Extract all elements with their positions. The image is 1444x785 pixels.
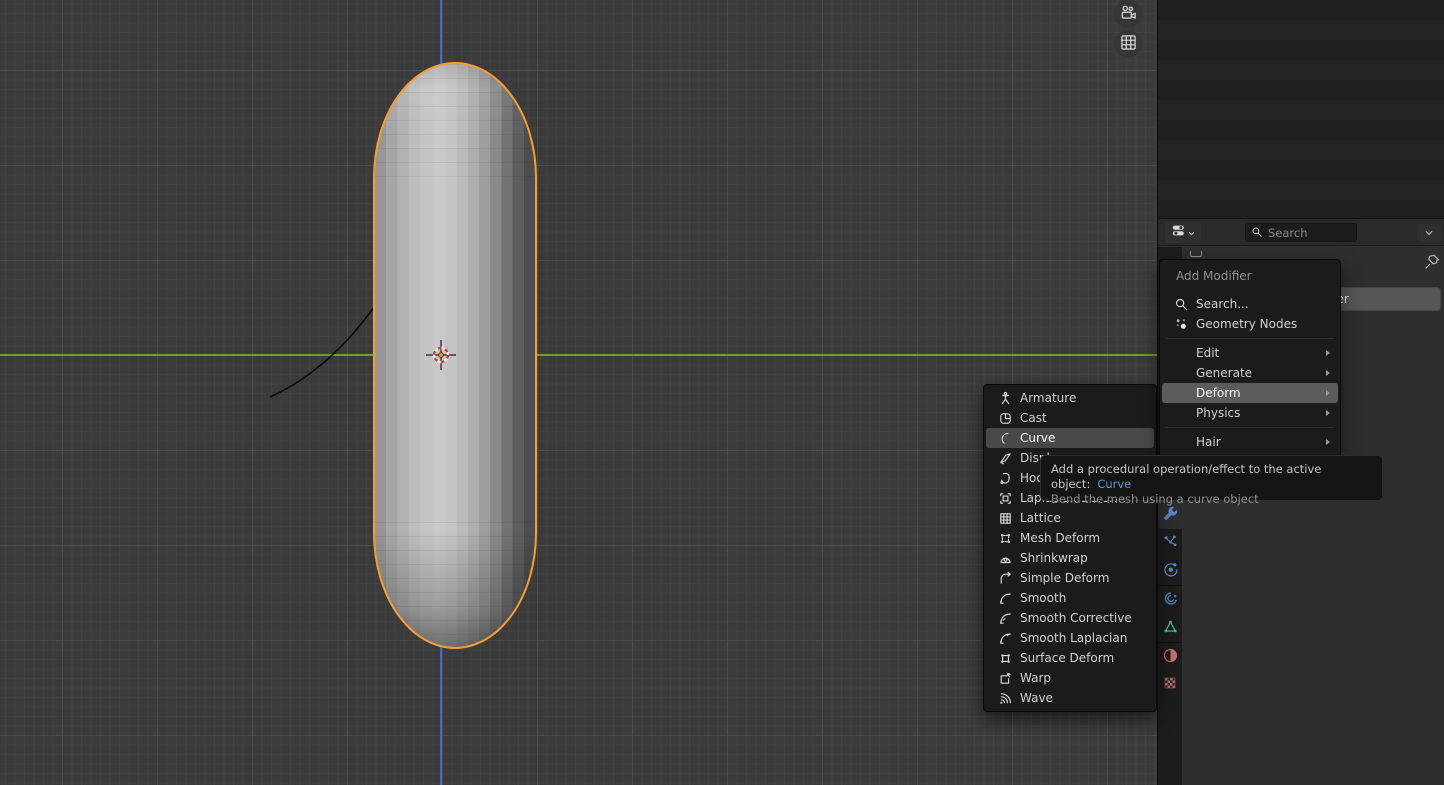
menu-category[interactable]: Deform [1162,383,1338,403]
particles-icon [1162,533,1179,554]
menu-categories: Edit Generate Deform Physics [1160,343,1340,423]
submenu-item[interactable]: Smooth [986,588,1154,608]
chevron-down-icon [1423,224,1435,243]
submenu-item[interactable]: Armature [986,388,1154,408]
submenu-arrow-icon [1326,410,1330,416]
menu-separator [1166,427,1334,428]
particle-properties[interactable] [1158,529,1182,557]
deform-items: Armature Cast Curve Displace Hook Laplac… [984,388,1156,708]
smooth-icon [997,590,1014,607]
search-icon [1173,296,1190,313]
submenu-item[interactable]: Surface Deform [986,648,1154,668]
material-icon [1162,647,1179,668]
menu-item[interactable]: Geometry Nodes [1162,314,1338,334]
hook-icon [997,470,1014,487]
menu-actions: Search... Geometry Nodes [1160,288,1340,334]
3d-cursor [423,337,459,373]
menu-separator [1166,338,1334,339]
capsule-bottom-facets [375,522,535,647]
cast-icon [997,410,1014,427]
camera-view-gizmo[interactable] [1114,0,1142,28]
deform-submenu: Armature Cast Curve Displace Hook Laplac… [983,384,1157,712]
menu-title: Add Modifier [1176,269,1252,283]
submenu-item[interactable]: Smooth Corrective [986,608,1154,628]
camera-icon [1119,3,1138,26]
submenu-arrow-icon [1326,390,1330,396]
menu-item[interactable]: Search... [1162,294,1338,314]
submenu-item[interactable]: Simple Deform [986,568,1154,588]
submenu-item[interactable]: Wave [986,688,1154,708]
shrinkwrap-icon [997,550,1014,567]
capsule-top-facets [375,64,535,189]
physics-properties[interactable] [1158,557,1182,585]
tooltip-line2: Bend the mesh using a curve object [1051,492,1259,506]
lattice-icon [997,510,1014,527]
filter-dropdown-button[interactable] [1417,224,1441,242]
tooltip-operator-name: Curve [1097,477,1132,491]
displace-icon [997,450,1014,467]
menu-categories-extra: Hair [1160,432,1340,452]
tooltip: Add a procedural operation/effect to the… [1040,455,1383,506]
constraint-properties[interactable] [1158,586,1182,614]
surface-deform-icon [997,650,1014,667]
material-properties[interactable] [1158,643,1182,671]
submenu-item[interactable]: Smooth Laplacian [986,628,1154,648]
smooth-laplacian-icon [997,630,1014,647]
warp-icon [997,670,1014,687]
chevron-down-icon [1187,223,1196,242]
geometry-nodes-icon [1173,316,1190,333]
submenu-arrow-icon [1326,350,1330,356]
mesh-deform-icon [997,530,1014,547]
orthographic-grid-gizmo[interactable] [1114,30,1142,58]
submenu-item[interactable]: Cast [986,408,1154,428]
properties-tabs [1158,500,1182,699]
curve-icon [997,430,1014,447]
menu-category[interactable]: Edit [1162,343,1338,363]
submenu-arrow-icon [1326,439,1330,445]
submenu-item[interactable]: Mesh Deform [986,528,1154,548]
armature-icon [997,390,1014,407]
menu-category[interactable]: Physics [1162,403,1338,423]
wrench-icon [1162,505,1179,526]
properties-editor-icon [1171,223,1186,242]
texture-properties[interactable] [1158,671,1182,699]
search-input[interactable] [1268,225,1348,240]
search-icon [1251,223,1263,242]
submenu-item[interactable]: Warp [986,668,1154,688]
laplacian-deform-icon [997,490,1014,507]
submenu-item[interactable]: Curve [986,428,1154,448]
menu-category[interactable]: Hair [1162,432,1338,452]
wave-icon [997,690,1014,707]
menu-category[interactable]: Generate [1162,363,1338,383]
object-data-properties[interactable] [1158,614,1182,642]
grid-icon [1119,33,1138,56]
pin-icon[interactable] [1423,253,1441,271]
submenu-item[interactable]: Shrinkwrap [986,548,1154,568]
smooth-corrective-icon [997,610,1014,627]
physics-icon [1162,561,1179,582]
simple-deform-icon [997,570,1014,587]
outliner-region[interactable] [1158,0,1444,219]
submenu-item[interactable]: Lattice [986,508,1154,528]
properties-search-box[interactable] [1245,223,1357,242]
object-data-icon [1162,618,1179,639]
submenu-arrow-icon [1326,370,1330,376]
texture-icon [1162,675,1179,696]
properties-header [1158,219,1444,246]
editor-type-button[interactable] [1165,221,1201,243]
tooltip-line1: Add a procedural operation/effect to the… [1051,462,1322,491]
breadcrumb-object-icon-partial [1190,251,1202,257]
blender-window: Add Modifier Add Modifier Search... Geom… [0,0,1444,785]
add-modifier-menu: Add Modifier Search... Geometry Nodes Ed… [1159,259,1341,457]
constraints-icon [1162,590,1179,611]
